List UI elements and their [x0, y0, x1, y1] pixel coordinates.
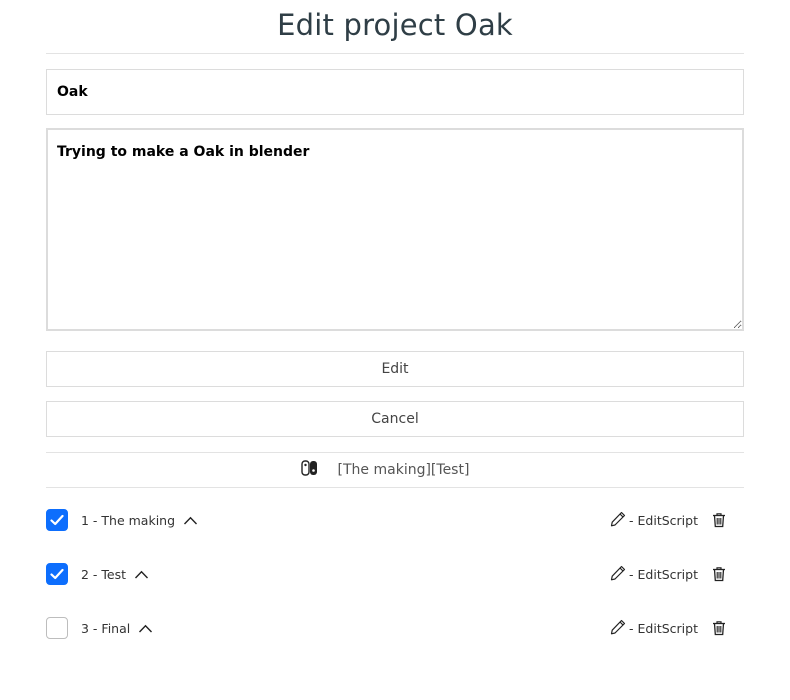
edit-script-link[interactable]: - EditScript: [610, 565, 698, 584]
step-checkbox[interactable]: [46, 563, 68, 585]
step-checkbox[interactable]: [46, 509, 68, 531]
pencil-icon: [610, 565, 629, 584]
edit-script-link[interactable]: - EditScript: [610, 511, 698, 530]
step-actions: - EditScript: [610, 619, 726, 638]
chevron-up-icon[interactable]: [183, 513, 198, 528]
step-checkbox[interactable]: [46, 617, 68, 639]
edit-script-link[interactable]: - EditScript: [610, 619, 698, 638]
step-actions: - EditScript: [610, 511, 726, 530]
cancel-button[interactable]: Cancel: [46, 401, 744, 437]
project-name-input[interactable]: [46, 69, 744, 115]
edit-script-label: - EditScript: [629, 566, 698, 582]
step-label: 3 - Final: [81, 620, 131, 636]
edit-script-label: - EditScript: [629, 512, 698, 528]
step-label: 2 - Test: [81, 566, 127, 582]
chevron-up-icon[interactable]: [138, 621, 153, 636]
edit-script-label: - EditScript: [629, 620, 698, 636]
step-actions: - EditScript: [610, 565, 726, 584]
step-row: 1 - The making - EditScript: [46, 507, 744, 533]
project-description-textarea[interactable]: Trying to make a Oak in blender: [46, 128, 744, 331]
chevron-up-icon[interactable]: [134, 567, 149, 582]
title-divider: [46, 53, 744, 54]
tags-text: [The making][Test]: [337, 462, 470, 478]
trash-icon[interactable]: [712, 512, 726, 528]
trash-icon[interactable]: [712, 620, 726, 636]
game-controller-icon: [300, 460, 318, 480]
tags-bottom-divider: [46, 487, 744, 488]
step-label: 1 - The making: [81, 512, 176, 528]
tags-row: [The making][Test]: [46, 453, 744, 487]
pencil-icon: [610, 511, 629, 530]
step-row: 2 - Test - EditScript: [46, 561, 744, 587]
page-title: Edit project Oak: [277, 8, 513, 42]
step-row: 3 - Final - EditScript: [46, 615, 744, 641]
pencil-icon: [610, 619, 629, 638]
edit-project-page: Edit project Oak Trying to make a Oak in…: [0, 0, 790, 700]
trash-icon[interactable]: [712, 566, 726, 582]
edit-button[interactable]: Edit: [46, 351, 744, 387]
